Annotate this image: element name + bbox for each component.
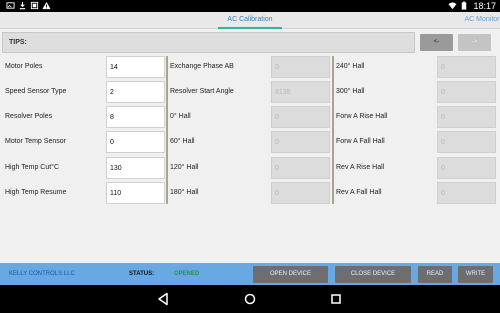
hall-60-input[interactable]: 0 [271,131,330,153]
write-button[interactable]: WRITE [458,266,493,283]
resolver-start-angle-label: Resolver Start Angle [170,88,234,95]
hall-60-label: 60° Hall [170,138,195,145]
forw-a-rise-hall-label: Forw A Rise Hall [336,113,388,120]
speed-sensor-type-label: Speed Sensor Type [5,88,67,95]
tab-ac-calibration[interactable]: AC Calibration [200,12,300,29]
high-temp-cut-input[interactable]: 130 [106,157,165,179]
column-divider [166,56,168,204]
status-label: STATUS: [129,271,155,277]
system-status-bar: 18:17 [0,0,500,12]
previous-button[interactable]: <- [420,34,453,51]
hall-0-label: 0° Hall [170,113,191,120]
status-value: OPENED [174,271,200,277]
tips-bar: TIPS: [2,32,415,53]
hall-180-label: 180° Hall [170,189,199,196]
hall-120-label: 120° Hall [170,164,199,171]
active-tab-indicator [218,27,282,29]
hall-120-input[interactable]: 0 [271,157,330,179]
hall-300-input[interactable]: 0 [437,81,496,103]
motor-poles-input[interactable]: 14 [106,56,165,78]
tips-label: TIPS: [9,39,27,46]
tab-bar: AC Calibration AC Monitor [0,12,500,29]
back-icon[interactable] [157,292,169,306]
hall-180-input[interactable]: 0 [271,182,330,204]
exchange-phase-ab-label: Exchange Phase AB [170,63,234,70]
rev-a-fall-hall-input[interactable]: 0 [437,182,496,204]
motor-temp-sensor-input[interactable]: 0 [106,131,165,153]
warning-icon [42,1,51,10]
system-navigation-bar [0,285,500,313]
clock-time: 18:17 [473,1,496,11]
next-button[interactable]: -> [458,34,491,51]
bottom-toolbar: KELLY CONTROLS.LLC STATUS: OPENED OPEN D… [0,263,500,285]
resolver-poles-input[interactable]: 8 [106,106,165,128]
close-device-button[interactable]: CLOSE DEVICE [335,266,411,283]
forw-a-fall-hall-input[interactable]: 0 [437,131,496,153]
high-temp-resume-input[interactable]: 110 [106,182,165,204]
forw-a-fall-hall-label: Forw A Fall Hall [336,138,385,145]
speed-sensor-type-input[interactable]: 2 [106,81,165,103]
open-device-button[interactable]: OPEN DEVICE [253,266,328,283]
recents-icon[interactable] [330,292,342,306]
high-temp-cut-label: High Temp Cut°C [5,164,60,171]
hall-240-input[interactable]: 0 [437,56,496,78]
notification-icon [30,1,39,10]
battery-icon [461,1,467,10]
resolver-poles-label: Resolver Poles [5,113,53,120]
hall-240-label: 240° Hall [336,63,365,70]
high-temp-resume-label: High Temp Resume [5,189,67,196]
rev-a-rise-hall-label: Rev A Rise Hall [336,164,385,171]
motor-poles-label: Motor Poles [5,63,43,70]
tab-ac-monitor[interactable]: AC Monitor [452,12,500,29]
rev-a-rise-hall-input[interactable]: 0 [437,157,496,179]
image-icon [6,2,15,9]
read-button[interactable]: READ [418,266,452,283]
column-divider [332,56,334,204]
download-icon [19,1,26,10]
hall-300-label: 300° Hall [336,88,365,95]
rev-a-fall-hall-label: Rev A Fall Hall [336,189,382,196]
wifi-icon [448,2,457,10]
exchange-phase-ab-input[interactable]: 0 [271,56,330,78]
motor-temp-sensor-label: Motor Temp Sensor [5,138,66,145]
tab-ac-monitor-label: AC Monitor [464,16,500,23]
tab-ac-calibration-label: AC Calibration [227,16,273,23]
resolver-start-angle-input[interactable]: 8135 [271,81,330,103]
home-icon[interactable] [244,292,256,306]
company-name: KELLY CONTROLS.LLC [9,271,75,277]
forw-a-rise-hall-input[interactable]: 0 [437,106,496,128]
hall-0-input[interactable]: 0 [271,106,330,128]
